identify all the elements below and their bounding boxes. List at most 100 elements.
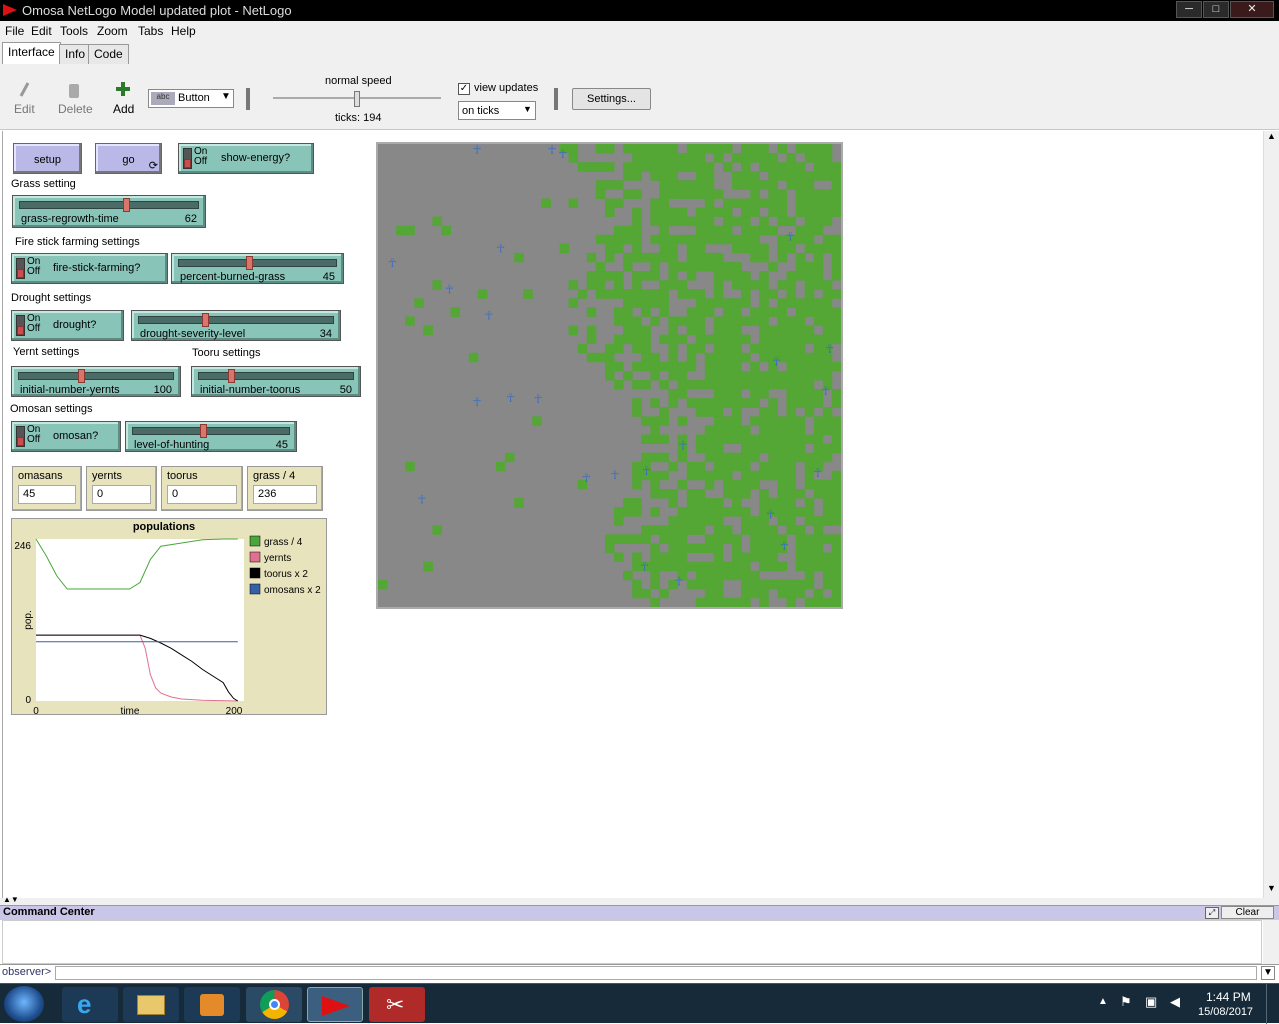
grass-patch — [786, 579, 796, 590]
grass-patch — [586, 280, 597, 290]
grass-patch — [659, 234, 669, 245]
grass-patch — [786, 162, 796, 172]
initial-number-toorus-slider[interactable]: initial-number-toorus 50 — [191, 366, 361, 397]
initial-number-yernts-slider[interactable]: initial-number-yernts 100 — [11, 366, 181, 397]
grass-patch — [795, 225, 806, 236]
slider-name: initial-number-yernts — [20, 384, 120, 396]
settings-button[interactable]: Settings... — [572, 88, 651, 110]
clock-date[interactable]: 15/08/2017 — [1198, 1006, 1253, 1018]
grass-patch — [677, 289, 688, 299]
edit-button[interactable]: Edit — [14, 102, 35, 116]
chevron-down-icon[interactable]: ▼ — [1261, 966, 1275, 980]
grass-patch — [732, 271, 742, 281]
taskbar-media[interactable] — [184, 987, 240, 1022]
grass-regrowth-slider[interactable]: grass-regrowth-time 62 — [12, 195, 206, 228]
taskbar-explorer[interactable] — [123, 987, 179, 1022]
speed-slider-handle[interactable] — [354, 91, 360, 107]
show-energy-switch[interactable]: On Off show-energy? — [178, 143, 314, 174]
go-button[interactable]: go ⟳ — [95, 143, 162, 174]
menu-zoom[interactable]: Zoom — [97, 24, 128, 38]
slider-handle[interactable] — [246, 256, 254, 270]
grass-patch — [723, 380, 733, 390]
grass-patch — [677, 216, 688, 227]
slider-handle[interactable] — [199, 424, 207, 438]
drought-switch[interactable]: On Off drought? — [11, 310, 124, 341]
grass-patch — [795, 207, 806, 217]
show-desktop-button[interactable] — [1266, 984, 1279, 1024]
grass-patch — [704, 252, 715, 263]
command-input[interactable] — [55, 966, 1257, 980]
monitor-yernts: yernts 0 — [86, 466, 157, 511]
slider-handle[interactable] — [202, 313, 210, 327]
start-button[interactable] — [4, 986, 44, 1022]
tab-info[interactable]: Info — [59, 44, 92, 64]
output-scrollbar[interactable] — [1263, 920, 1279, 964]
menu-file[interactable]: File — [5, 24, 24, 38]
grass-patch — [623, 262, 633, 272]
grass-patch — [732, 489, 742, 499]
slider-handle[interactable] — [77, 369, 85, 383]
grass-patch — [686, 343, 697, 354]
grass-patch — [695, 289, 706, 299]
grass-patch — [822, 534, 833, 544]
expand-icon[interactable]: ⤢ — [1205, 907, 1219, 919]
vertical-scrollbar[interactable]: ▲ ▼ — [1263, 131, 1279, 898]
slider-handle[interactable] — [227, 369, 235, 383]
taskbar-snipping[interactable]: ✂ — [369, 987, 425, 1022]
grass-patch — [723, 597, 733, 608]
percent-burned-grass-slider[interactable]: percent-burned-grass 45 — [171, 253, 344, 284]
flag-icon[interactable]: ⚑ — [1120, 994, 1132, 1010]
world-view[interactable]: ☥☥☥☥☥☥☥☥☥☥☥☥☥☥☥☥☥☥☥☥☥☥☥☥☥ — [376, 142, 843, 623]
close-button[interactable]: ✕ — [1230, 1, 1274, 18]
volume-icon[interactable]: ◀ — [1170, 994, 1180, 1010]
update-mode-select[interactable]: on ticks ▼ — [458, 101, 536, 120]
slider-name: grass-regrowth-time — [21, 213, 119, 225]
command-output[interactable] — [2, 920, 1262, 964]
grass-patch — [777, 216, 787, 227]
menu-edit[interactable]: Edit — [31, 24, 52, 38]
menu-tools[interactable]: Tools — [60, 24, 88, 38]
widget-type-select[interactable]: abc Button ▼ — [148, 89, 234, 108]
level-of-hunting-slider[interactable]: level-of-hunting 45 — [125, 421, 297, 452]
network-icon[interactable]: ▣ — [1145, 994, 1157, 1010]
grass-patch — [732, 280, 742, 290]
grass-patch — [804, 307, 815, 317]
grass-patch — [677, 479, 688, 490]
tab-code[interactable]: Code — [88, 44, 129, 64]
menu-help[interactable]: Help — [171, 24, 196, 38]
drought-severity-slider[interactable]: drought-severity-level 34 — [131, 310, 341, 341]
clear-button[interactable]: Clear — [1221, 906, 1274, 919]
grass-patch — [659, 153, 669, 163]
grass-patch — [704, 425, 715, 435]
taskbar-netlogo[interactable] — [307, 987, 363, 1022]
view-updates-checkbox[interactable]: ✓ — [458, 83, 470, 95]
grass-patch — [723, 325, 733, 336]
grass-patch — [741, 334, 751, 345]
delete-button[interactable]: Delete — [58, 102, 93, 116]
grass-patch — [822, 443, 833, 454]
maximize-button[interactable]: □ — [1203, 1, 1229, 18]
grass-patch — [732, 425, 742, 435]
grass-patch — [750, 470, 760, 481]
taskbar-chrome[interactable] — [246, 987, 302, 1022]
grass-patch — [686, 216, 697, 227]
grass-patch — [741, 162, 751, 172]
grass-patch — [741, 371, 751, 381]
grass-patch — [786, 352, 796, 363]
grass-patch — [713, 389, 724, 399]
splitter[interactable]: ▲▼ — [0, 895, 1279, 905]
minimize-button[interactable]: ─ — [1176, 1, 1202, 18]
fire-stick-farming-switch[interactable]: On Off fire-stick-farming? — [11, 253, 168, 284]
tab-interface[interactable]: Interface — [2, 42, 61, 64]
grass-patch — [704, 407, 715, 417]
setup-button[interactable]: setup — [13, 143, 82, 174]
show-hidden-icons[interactable]: ▲ — [1098, 996, 1108, 1007]
taskbar-ie[interactable]: e — [62, 987, 118, 1022]
slider-handle[interactable] — [122, 198, 130, 212]
omosan-switch[interactable]: On Off omosan? — [11, 421, 121, 452]
clock-time[interactable]: 1:44 PM — [1206, 990, 1251, 1004]
add-button[interactable]: Add — [113, 102, 134, 116]
menu-tabs[interactable]: Tabs — [138, 24, 163, 38]
observer-prompt[interactable]: observer> — [2, 966, 51, 978]
switch-off-label: Off — [27, 323, 41, 334]
